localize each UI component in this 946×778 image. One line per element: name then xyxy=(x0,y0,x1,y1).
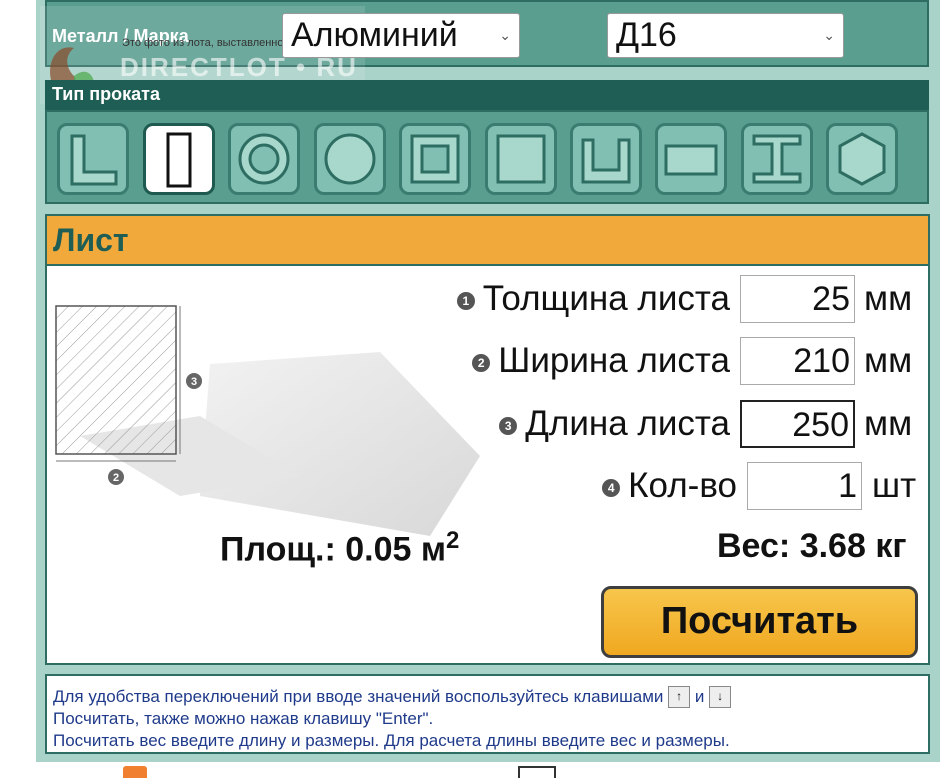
help-line-2: Посчитать, также можно нажав клавишу "En… xyxy=(53,709,434,728)
profile-sheet-button[interactable] xyxy=(143,123,215,195)
profile-type-row xyxy=(45,110,929,204)
profile-round-button[interactable] xyxy=(314,123,386,195)
thickness-input[interactable]: 25 xyxy=(740,275,855,323)
area-text: Площ.: 0.05 м xyxy=(220,530,447,569)
quantity-input[interactable]: 1 xyxy=(747,462,862,510)
strip-profile-icon xyxy=(664,144,718,176)
square-bar-profile-icon xyxy=(496,134,546,184)
watermark-note: Это фото из лота, выставленного на xyxy=(122,37,309,49)
chevron-down-icon: ⌄ xyxy=(823,27,835,43)
help-info-box: Для удобства переключений при вводе знач… xyxy=(45,674,930,754)
height-mark-text: 3 xyxy=(191,376,197,388)
grade-select-value: Д16 xyxy=(616,16,677,54)
help-line-1-and: и xyxy=(694,687,705,706)
profile-channel-button[interactable] xyxy=(570,123,642,195)
gallery-icon[interactable] xyxy=(518,766,556,778)
thickness-unit: мм xyxy=(864,279,913,318)
profile-type-header: Тип проката xyxy=(45,80,929,110)
angle-profile-icon xyxy=(70,134,118,186)
length-input[interactable]: 250 xyxy=(740,400,855,448)
step-3-icon: 3 xyxy=(499,416,518,435)
help-line-3: Посчитать вес введите длину и размеры. Д… xyxy=(53,731,730,750)
calculate-button[interactable]: Посчитать xyxy=(601,586,918,658)
width-unit: мм xyxy=(864,341,913,380)
panel-title: Лист xyxy=(53,222,129,258)
step-4-icon: 4 xyxy=(602,478,621,497)
area-result: Площ.: 0.05 м2 xyxy=(220,527,459,569)
profile-pipe-button[interactable] xyxy=(228,123,300,195)
sheet-cross-section xyxy=(55,305,177,455)
metal-select[interactable]: Алюминий ⌄ xyxy=(282,13,520,58)
thickness-label-row: 1 Толщина листа xyxy=(456,279,730,319)
metal-select-value: Алюминий xyxy=(291,16,458,54)
area-exponent: 2 xyxy=(446,527,460,554)
orange-tab-icon[interactable] xyxy=(123,766,147,778)
square-pipe-profile-icon xyxy=(410,134,460,184)
length-label: Длина листа xyxy=(525,404,730,443)
thickness-label: Толщина листа xyxy=(482,279,730,318)
quantity-label: Кол-во xyxy=(628,466,737,505)
width-input[interactable]: 210 xyxy=(740,337,855,385)
panel-title-bar: Лист xyxy=(47,216,928,266)
step-1-icon: 1 xyxy=(456,291,475,310)
length-unit: мм xyxy=(864,404,913,443)
length-label-row: 3 Длина листа xyxy=(499,404,730,444)
profile-type-label: Тип проката xyxy=(52,84,160,104)
sheet-diagram: 3 2 xyxy=(55,305,480,536)
chevron-down-icon: ⌄ xyxy=(499,27,511,43)
profile-angle-button[interactable] xyxy=(57,123,129,195)
profile-square-pipe-button[interactable] xyxy=(399,123,471,195)
weight-result: Вес: 3.68 кг xyxy=(717,527,907,565)
width-mark-text: 2 xyxy=(113,472,119,484)
help-line-1-text: Для удобства переключений при вводе знач… xyxy=(53,687,664,706)
round-bar-profile-icon xyxy=(324,133,376,185)
step-2-icon: 2 xyxy=(472,353,491,372)
profile-hexagon-button[interactable] xyxy=(826,123,898,195)
width-label: Ширина листа xyxy=(498,341,730,380)
quantity-unit: шт xyxy=(872,466,917,505)
grade-select[interactable]: Д16 ⌄ xyxy=(607,13,844,58)
pipe-profile-icon xyxy=(238,133,290,185)
sheet-profile-icon xyxy=(166,132,192,188)
quantity-label-row: 4 Кол-во xyxy=(602,466,737,506)
profile-square-bar-button[interactable] xyxy=(485,123,557,195)
help-line-1: Для удобства переключений при вводе знач… xyxy=(53,686,922,708)
i-beam-profile-icon xyxy=(752,134,802,184)
channel-profile-icon xyxy=(581,138,631,184)
arrow-down-key-icon: ↓ xyxy=(709,686,732,708)
width-label-row: 2 Ширина листа xyxy=(472,341,730,381)
profile-i-beam-button[interactable] xyxy=(741,123,813,195)
hexagon-profile-icon xyxy=(838,132,886,186)
arrow-up-key-icon: ↑ xyxy=(668,686,691,708)
profile-strip-button[interactable] xyxy=(655,123,727,195)
